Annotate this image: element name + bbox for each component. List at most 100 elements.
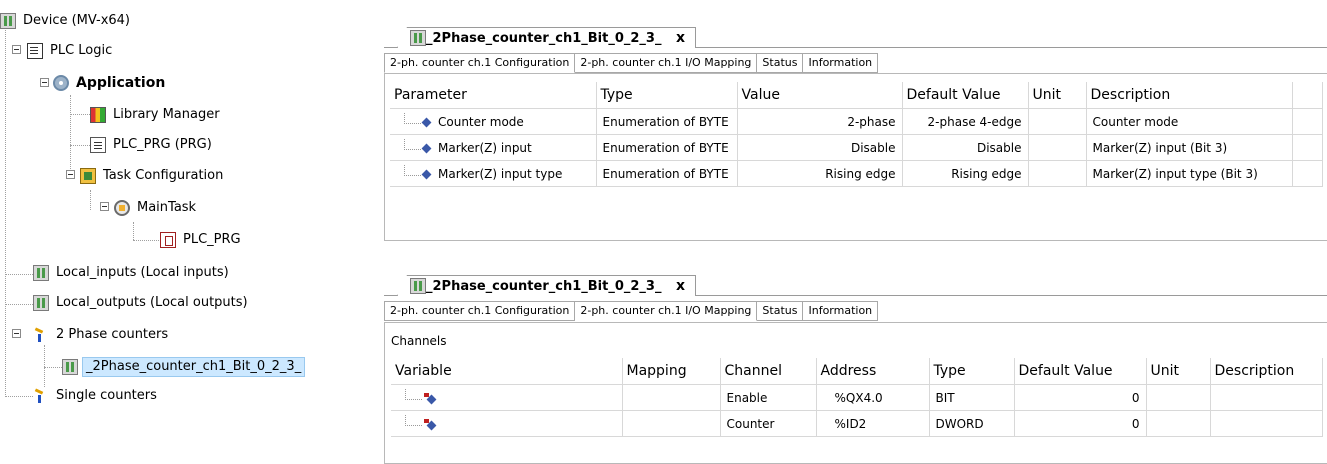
tree-item-library-manager[interactable]: Library Manager — [90, 104, 223, 126]
column-header[interactable]: Mapping — [622, 358, 721, 385]
value-cell[interactable]: Rising edge — [737, 160, 903, 187]
tree-item-counter-module[interactable]: _2Phase_counter_ch1_Bit_0_2_3_ — [62, 356, 306, 378]
column-header[interactable]: Default Value — [1014, 358, 1147, 385]
parameter-icon — [421, 143, 432, 153]
tree-item-label: Device (MV-x64) — [23, 13, 131, 28]
parameter-cell: Marker(Z) input type — [390, 160, 597, 187]
variable-cell[interactable] — [391, 384, 623, 411]
document-tab[interactable]: _2Phase_counter_ch1_Bit_0_2_3_ x — [397, 275, 697, 296]
tab-status[interactable]: Status — [757, 53, 804, 73]
column-header[interactable]: Default Value — [902, 82, 1029, 109]
table-row[interactable]: Counter %ID2 DWORD 0 — [391, 410, 1323, 437]
description-cell — [1210, 410, 1323, 437]
column-header[interactable]: Description — [1210, 358, 1323, 385]
mapping-cell — [622, 410, 721, 437]
device-icon — [410, 278, 426, 294]
document-tab[interactable]: _2Phase_counter_ch1_Bit_0_2_3_ x — [397, 27, 697, 48]
table-row[interactable]: Marker(Z) input Enumeration of BYTE Disa… — [390, 134, 1323, 161]
tree-item-single-counters[interactable]: Single counters — [33, 385, 160, 407]
channel-cell: Enable — [720, 384, 817, 411]
tree-line — [5, 304, 33, 305]
variable-cell[interactable] — [391, 410, 623, 437]
tree-connector — [404, 112, 421, 124]
tree-item-2-phase-counters[interactable]: 2 Phase counters — [33, 324, 171, 346]
tree-item-plc-prg[interactable]: PLC_PRG (PRG) — [90, 134, 215, 156]
column-header[interactable]: Parameter — [390, 82, 597, 109]
description-cell — [1210, 384, 1323, 411]
table-row[interactable]: Enable %QX4.0 BIT 0 — [391, 384, 1323, 411]
tab-information[interactable]: Information — [803, 301, 879, 321]
value-cell[interactable]: 2-phase — [737, 108, 903, 135]
tree-item-local-outputs[interactable]: Local_outputs (Local outputs) — [33, 292, 251, 314]
tab-io-mapping[interactable]: 2-ph. counter ch.1 I/O Mapping — [575, 53, 758, 73]
tree-line — [44, 367, 62, 368]
tab-configuration[interactable]: 2-ph. counter ch.1 Configuration — [384, 301, 576, 321]
address-cell: %QX4.0 — [816, 384, 930, 411]
column-header[interactable]: Unit — [1146, 358, 1211, 385]
table-header-row: Variable Mapping Channel Address Type De… — [391, 358, 1323, 385]
tree-item-plc-logic[interactable]: PLC Logic — [27, 40, 115, 62]
close-icon[interactable]: x — [676, 30, 685, 46]
parameter-cell: Marker(Z) input — [390, 134, 597, 161]
column-header[interactable]: Type — [596, 82, 738, 109]
tree-line — [133, 240, 161, 241]
type-cell: BIT — [929, 384, 1015, 411]
table-row[interactable]: Marker(Z) input type Enumeration of BYTE… — [390, 160, 1323, 187]
application-icon — [53, 75, 69, 91]
address-cell: %ID2 — [816, 410, 930, 437]
tab-status[interactable]: Status — [757, 301, 804, 321]
program-icon — [90, 137, 106, 153]
column-header[interactable]: Unit — [1028, 82, 1087, 109]
type-cell: Enumeration of BYTE — [596, 134, 738, 161]
collapse-icon[interactable] — [12, 329, 21, 338]
column-header-empty — [1292, 82, 1323, 109]
tree-line — [133, 222, 134, 240]
configuration-editor: _2Phase_counter_ch1_Bit_0_2_3_ x 2-ph. c… — [384, 25, 1327, 241]
tree-connector — [405, 414, 422, 426]
column-header[interactable]: Variable — [391, 358, 623, 385]
tree-connector — [405, 388, 422, 400]
device-icon — [0, 13, 16, 29]
tree-item-application[interactable]: Application — [53, 72, 168, 94]
tree-line — [70, 145, 90, 146]
collapse-icon[interactable] — [40, 78, 49, 87]
tree-item-local-inputs[interactable]: Local_inputs (Local inputs) — [33, 262, 232, 284]
parameter-name: Counter mode — [438, 114, 524, 129]
column-header[interactable]: Value — [737, 82, 903, 109]
tree-item-maintask-prg[interactable]: PLC_PRG — [160, 229, 244, 251]
channel-cell: Counter — [720, 410, 817, 437]
editor-subtabs: 2-ph. counter ch.1 Configuration 2-ph. c… — [384, 301, 879, 321]
column-header[interactable]: Address — [816, 358, 930, 385]
plc-logic-icon — [27, 43, 43, 59]
collapse-icon[interactable] — [12, 45, 21, 54]
editor-subtabs: 2-ph. counter ch.1 Configuration 2-ph. c… — [384, 53, 879, 73]
tree-item-label: Application — [76, 75, 166, 91]
column-header[interactable]: Channel — [720, 358, 817, 385]
tree-connector — [404, 138, 421, 150]
collapse-icon[interactable] — [66, 170, 75, 179]
tree-item-label: PLC Logic — [50, 43, 113, 58]
close-icon[interactable]: x — [676, 278, 685, 294]
default-value-cell: Rising edge — [902, 160, 1029, 187]
table-row[interactable]: Counter mode Enumeration of BYTE 2-phase… — [390, 108, 1323, 135]
parameter-grid-frame: Parameter Type Value Default Value Unit … — [384, 73, 1327, 241]
collapse-icon[interactable] — [100, 202, 109, 211]
tab-information[interactable]: Information — [803, 53, 879, 73]
channels-label: Channels — [391, 334, 447, 348]
tree-item-maintask[interactable]: MainTask — [114, 197, 199, 219]
description-cell: Marker(Z) input type (Bit 3) — [1086, 160, 1293, 187]
column-header[interactable]: Type — [929, 358, 1015, 385]
column-header[interactable]: Description — [1086, 82, 1293, 109]
value-cell[interactable]: Disable — [737, 134, 903, 161]
tree-item-task-configuration[interactable]: Task Configuration — [80, 165, 226, 187]
tree-item-label: Task Configuration — [103, 168, 224, 183]
tree-line — [5, 22, 6, 397]
output-channel-icon — [424, 393, 436, 403]
tree-item-device[interactable]: Device (MV-x64) — [0, 10, 133, 32]
task-configuration-icon — [80, 168, 96, 184]
tab-io-mapping[interactable]: 2-ph. counter ch.1 I/O Mapping — [575, 301, 758, 321]
default-value-cell: 0 — [1014, 410, 1147, 437]
unit-cell — [1146, 410, 1211, 437]
io-mapping-frame: Channels Variable Mapping Channel Addres… — [384, 322, 1327, 464]
tab-configuration[interactable]: 2-ph. counter ch.1 Configuration — [384, 53, 576, 73]
